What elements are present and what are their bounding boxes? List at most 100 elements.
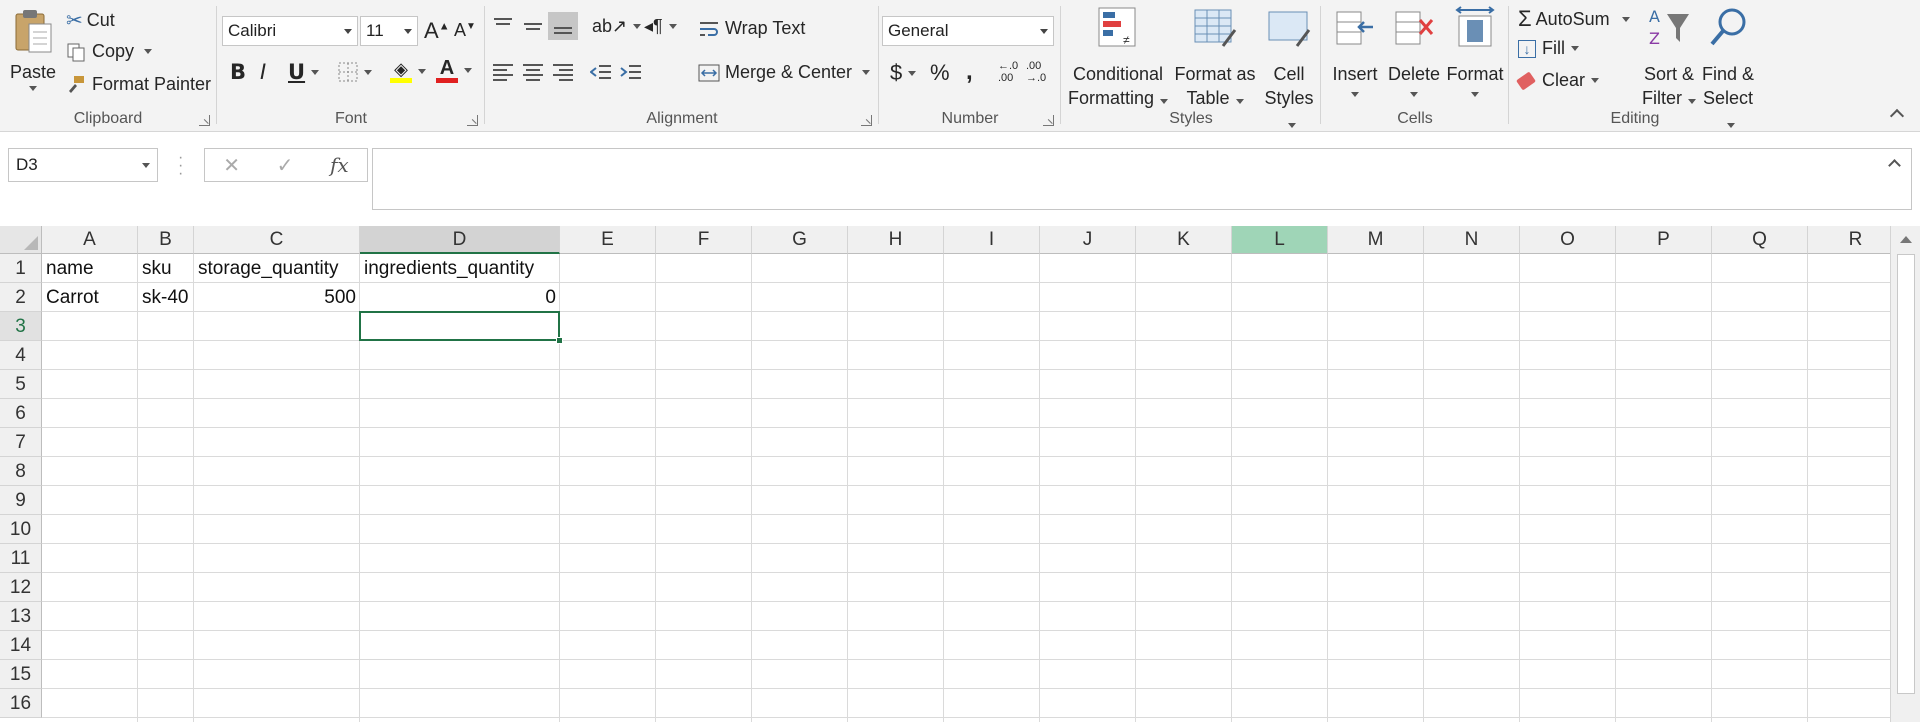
text-direction-button[interactable]: ◂¶ xyxy=(644,16,677,37)
select-all-corner[interactable] xyxy=(0,226,42,254)
increase-decimal-button[interactable]: ←.0 .00 xyxy=(998,60,1018,84)
cell-a2[interactable]: Carrot xyxy=(42,283,138,312)
cell-c1[interactable]: storage_quantity xyxy=(194,254,360,283)
column-header-q[interactable]: Q xyxy=(1712,226,1808,254)
column-header-f[interactable]: F xyxy=(656,226,752,254)
align-left-button[interactable] xyxy=(492,62,514,82)
scroll-up-icon[interactable] xyxy=(1900,236,1912,243)
italic-button[interactable]: I xyxy=(260,60,266,84)
row-header-1[interactable]: 1 xyxy=(0,254,42,283)
format-cells-button[interactable]: Format xyxy=(1444,6,1506,97)
formula-input[interactable] xyxy=(372,148,1912,210)
clear-button[interactable]: Clear xyxy=(1516,70,1600,91)
row-header-5[interactable]: 5 xyxy=(0,370,42,399)
align-top-button[interactable] xyxy=(492,16,514,36)
column-header-b[interactable]: B xyxy=(138,226,194,254)
row-header-14[interactable]: 14 xyxy=(0,631,42,660)
name-box[interactable]: D3 xyxy=(8,148,158,182)
column-header-d[interactable]: D xyxy=(360,226,560,254)
scroll-thumb[interactable] xyxy=(1897,254,1915,694)
increase-indent-button[interactable] xyxy=(620,62,642,82)
decrease-decimal-button[interactable]: .00 →.0 xyxy=(1026,60,1046,84)
dialog-launcher-icon[interactable] xyxy=(861,115,872,126)
align-right-button[interactable] xyxy=(552,62,574,82)
comma-style-button[interactable]: , xyxy=(966,58,973,86)
column-header-m[interactable]: M xyxy=(1328,226,1424,254)
row-header-10[interactable]: 10 xyxy=(0,515,42,544)
row-header-13[interactable]: 13 xyxy=(0,602,42,631)
column-header-k[interactable]: K xyxy=(1136,226,1232,254)
fill-button[interactable]: ↓ Fill xyxy=(1518,38,1579,59)
cell-c2[interactable]: 500 xyxy=(194,283,360,312)
format-as-table-button[interactable]: Format as Table xyxy=(1170,6,1260,110)
cancel-icon[interactable]: ✕ xyxy=(223,153,240,178)
column-header-a[interactable]: A xyxy=(42,226,138,254)
align-bottom-button[interactable] xyxy=(548,12,578,40)
currency-button[interactable]: $ xyxy=(890,60,917,86)
dialog-launcher-icon[interactable] xyxy=(467,115,478,126)
collapse-ribbon-icon[interactable] xyxy=(1889,108,1905,124)
grow-font-button[interactable]: A▲ xyxy=(424,18,450,44)
underline-button[interactable]: U xyxy=(288,60,320,84)
column-header-e[interactable]: E xyxy=(560,226,656,254)
column-header-j[interactable]: J xyxy=(1040,226,1136,254)
row-header-15[interactable]: 15 xyxy=(0,660,42,689)
row-header-6[interactable]: 6 xyxy=(0,399,42,428)
row-header-7[interactable]: 7 xyxy=(0,428,42,457)
column-header-h[interactable]: H xyxy=(848,226,944,254)
percent-button[interactable]: % xyxy=(930,60,950,86)
expand-formula-icon[interactable] xyxy=(1888,159,1901,172)
column-header-r[interactable]: R xyxy=(1808,226,1890,254)
bold-button[interactable]: B xyxy=(230,60,246,84)
row-header-3[interactable]: 3 xyxy=(0,312,42,341)
spreadsheet-grid[interactable]: ABCDEFGHIJKLMNOPQR 1 2 3 4 5 6 7 8 9 10 11 12 13 14 15… xyxy=(0,226,1890,722)
paste-button[interactable]: Paste xyxy=(8,8,58,91)
vertical-scrollbar[interactable] xyxy=(1890,226,1920,722)
font-family-select[interactable]: Calibri xyxy=(222,16,358,46)
column-header-o[interactable]: O xyxy=(1520,226,1616,254)
autosum-button[interactable]: Σ AutoSum xyxy=(1518,6,1630,32)
dialog-launcher-icon[interactable] xyxy=(1043,115,1054,126)
copy-button[interactable]: Copy xyxy=(66,41,153,62)
font-color-button[interactable]: A xyxy=(436,58,472,83)
sort-filter-button[interactable]: AZ Sort & Filter xyxy=(1640,6,1698,110)
align-center-button[interactable] xyxy=(522,62,544,82)
row-header-12[interactable]: 12 xyxy=(0,573,42,602)
column-header-i[interactable]: I xyxy=(944,226,1040,254)
cell-b1[interactable]: sku xyxy=(138,254,194,283)
cell-d2[interactable]: 0 xyxy=(360,283,560,312)
fill-handle[interactable] xyxy=(556,337,563,344)
merge-center-button[interactable]: Merge & Center xyxy=(698,62,871,83)
row-header-2[interactable]: 2 xyxy=(0,283,42,312)
row-header-4[interactable]: 4 xyxy=(0,341,42,370)
cell-b2[interactable]: sk-40 xyxy=(138,283,194,312)
row-header-9[interactable]: 9 xyxy=(0,486,42,515)
orientation-button[interactable]: ab↗ xyxy=(592,16,642,37)
column-header-l[interactable]: L xyxy=(1232,226,1328,254)
dialog-launcher-icon[interactable] xyxy=(199,115,210,126)
decrease-indent-button[interactable] xyxy=(590,62,612,82)
column-header-c[interactable]: C xyxy=(194,226,360,254)
cut-button[interactable]: ✂ Cut xyxy=(66,8,115,33)
shrink-font-button[interactable]: A▼ xyxy=(454,20,476,41)
column-header-g[interactable]: G xyxy=(752,226,848,254)
cell-d1[interactable]: ingredients_quantity xyxy=(360,254,560,283)
checkmark-icon[interactable]: ✓ xyxy=(277,153,294,178)
number-format-select[interactable]: General xyxy=(882,16,1054,46)
column-header-p[interactable]: P xyxy=(1616,226,1712,254)
wrap-text-button[interactable]: Wrap Text xyxy=(698,18,805,39)
insert-function-icon[interactable]: fx xyxy=(330,153,349,177)
font-size-select[interactable]: 11 xyxy=(360,16,418,46)
fill-color-button[interactable]: ◈ xyxy=(390,60,426,83)
column-header-n[interactable]: N xyxy=(1424,226,1520,254)
cell-a1[interactable]: name xyxy=(42,254,138,283)
insert-button[interactable]: Insert xyxy=(1328,6,1382,97)
delete-button[interactable]: Delete xyxy=(1384,6,1444,97)
conditional-formatting-button[interactable]: ≠ Conditional Formatting xyxy=(1066,6,1170,110)
borders-button[interactable] xyxy=(338,62,372,82)
format-painter-button[interactable]: Format Painter xyxy=(66,74,211,95)
row-header-8[interactable]: 8 xyxy=(0,457,42,486)
row-header-16[interactable]: 16 xyxy=(0,689,42,718)
align-middle-button[interactable] xyxy=(522,16,544,36)
row-header-11[interactable]: 11 xyxy=(0,544,42,573)
